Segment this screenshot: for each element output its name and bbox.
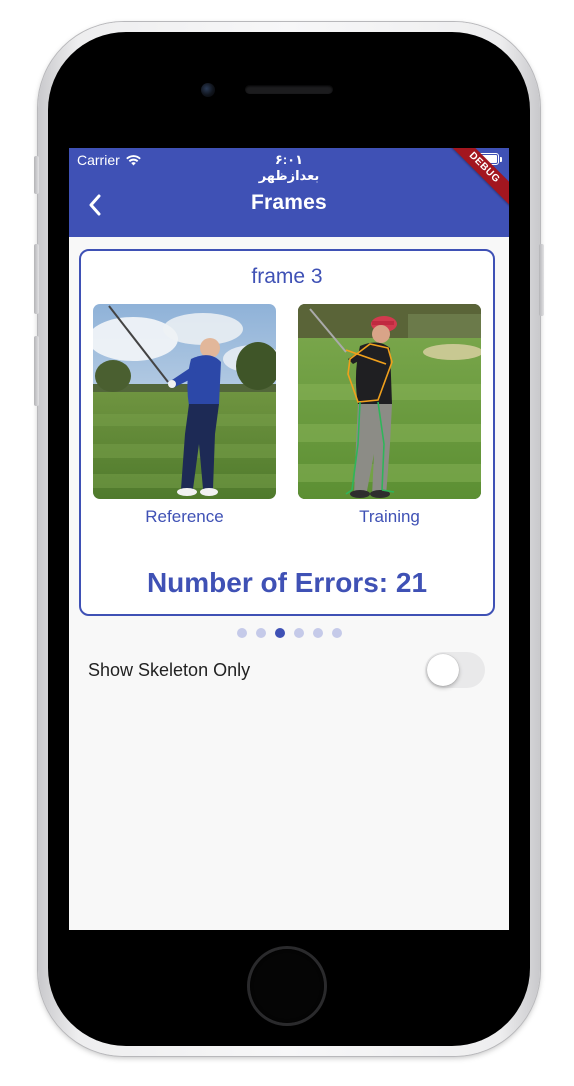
page-dot[interactable] — [274, 628, 285, 638]
page-dot[interactable] — [236, 628, 247, 638]
page-indicator[interactable] — [69, 628, 509, 638]
page-title: Frames — [251, 191, 327, 214]
mute-switch — [34, 156, 39, 194]
errors-count: Number of Errors: 21 — [146, 567, 428, 598]
page-dot[interactable] — [255, 628, 266, 638]
page-dot[interactable] — [312, 628, 323, 638]
carrier-label: Carrier — [77, 152, 120, 168]
reference-label: Reference — [145, 507, 224, 526]
app-bar: Carrier ۶:۰۱ بعدازظهر DEBUG Frames — [69, 148, 509, 237]
frame-card[interactable]: frame 3 Reference Training Number of Err… — [79, 249, 495, 616]
page-dot[interactable] — [293, 628, 304, 638]
earpiece-speaker — [245, 85, 333, 94]
page-dot[interactable] — [331, 628, 342, 638]
power-button — [539, 244, 544, 316]
status-time: ۶:۰۱ بعدازظهر — [258, 152, 320, 183]
app-screen: Carrier ۶:۰۱ بعدازظهر DEBUG Frames frame… — [69, 148, 509, 930]
volume-down-button — [34, 336, 39, 406]
front-camera — [201, 83, 215, 97]
wifi-icon — [125, 155, 141, 166]
show-skeleton-toggle[interactable] — [425, 652, 485, 688]
status-carrier: Carrier — [77, 152, 142, 168]
show-skeleton-label: Show Skeleton Only — [88, 660, 251, 680]
training-label: Training — [359, 507, 420, 526]
frame-title: frame 3 — [251, 265, 323, 288]
training-image — [298, 304, 481, 499]
home-button[interactable] — [250, 949, 324, 1023]
toggle-knob — [427, 654, 459, 686]
reference-image — [93, 304, 276, 499]
volume-up-button — [34, 244, 39, 314]
